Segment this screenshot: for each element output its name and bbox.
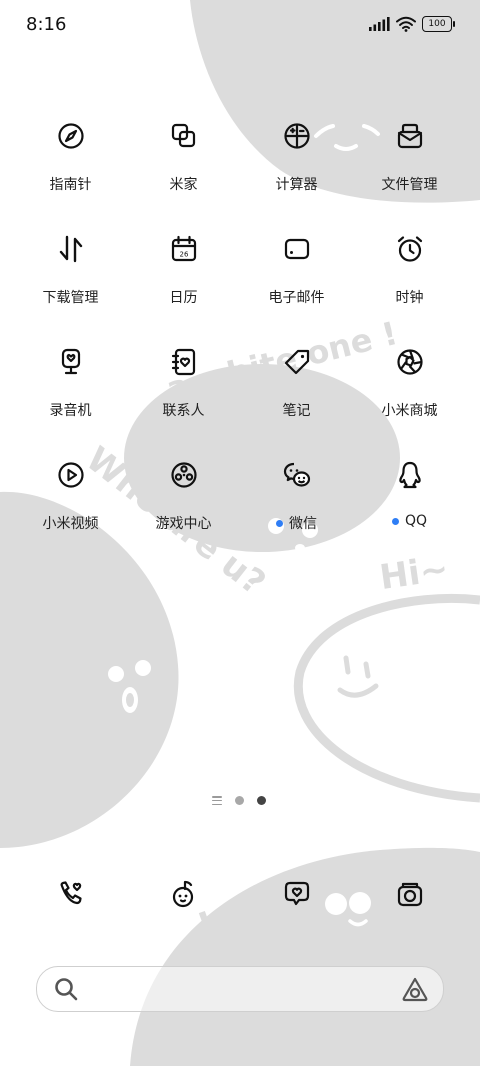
app-label: 联系人 [162, 403, 205, 419]
dock [14, 870, 466, 918]
battery-icon: 100 [422, 16, 455, 32]
app-label: 下载管理 [42, 290, 99, 306]
app-notes[interactable]: 笔记 [240, 336, 353, 449]
dock-music[interactable] [127, 870, 240, 918]
app-wechat[interactable]: 微信 [240, 449, 353, 562]
clock-icon [386, 225, 434, 273]
status-icons: 100 [368, 16, 455, 32]
app-label: 录音机 [49, 403, 92, 419]
video-icon [47, 451, 95, 499]
app-label: 游戏中心 [155, 516, 212, 532]
calendar-date-text: 26 [179, 251, 188, 259]
app-contacts[interactable]: 联系人 [127, 336, 240, 449]
app-label: 计算器 [275, 177, 318, 193]
notification-dot [276, 519, 283, 527]
wifi-icon [396, 16, 416, 32]
app-label: 指南针 [49, 177, 92, 193]
app-label: 小米商城 [381, 403, 438, 419]
signal-icon [369, 17, 390, 31]
messages-icon [273, 870, 321, 918]
app-qq[interactable]: QQ [353, 449, 466, 562]
app-mi-store[interactable]: 小米商城 [353, 336, 466, 449]
app-label: 时钟 [395, 290, 424, 306]
page-dot-active [257, 796, 266, 805]
app-label: 日历 [169, 290, 198, 306]
app-grid: 指南针 米家 计算器 文件管理 下载管理 26 日历 电子邮件 时钟 录音机 联… [14, 110, 466, 562]
app-mi-video[interactable]: 小米视频 [14, 449, 127, 562]
wechat-icon [273, 451, 321, 499]
phone-icon [47, 870, 95, 918]
notes-icon [273, 338, 321, 386]
contacts-icon [160, 338, 208, 386]
app-mijia[interactable]: 米家 [127, 110, 240, 223]
calendar-icon: 26 [160, 225, 208, 273]
app-download-manager[interactable]: 下载管理 [14, 223, 127, 336]
app-label: 小米视频 [42, 516, 99, 532]
file-manager-icon [386, 112, 434, 160]
app-label: QQ [391, 513, 427, 529]
app-label: 笔记 [282, 403, 311, 419]
app-compass[interactable]: 指南针 [14, 110, 127, 223]
app-recorder[interactable]: 录音机 [14, 336, 127, 449]
app-email[interactable]: 电子邮件 [240, 223, 353, 336]
app-calendar[interactable]: 26 日历 [127, 223, 240, 336]
search-icon [53, 976, 79, 1006]
app-label: 文件管理 [381, 177, 438, 193]
dock-messages[interactable] [240, 870, 353, 918]
app-calculator[interactable]: 计算器 [240, 110, 353, 223]
status-bar: 8:16 100 [0, 0, 480, 50]
notification-dot [391, 517, 399, 525]
app-game-center[interactable]: 游戏中心 [127, 449, 240, 562]
music-icon [160, 870, 208, 918]
dock-phone[interactable] [14, 870, 127, 918]
recorder-icon [47, 338, 95, 386]
app-label: 微信 [276, 513, 317, 533]
ai-assistant-icon[interactable] [401, 976, 429, 1006]
search-bar[interactable] [36, 966, 444, 1012]
pager-menu-icon [212, 796, 222, 805]
dock-camera[interactable] [353, 870, 466, 918]
mijia-icon [160, 112, 208, 160]
status-time: 8:16 [26, 14, 67, 35]
mi-store-icon [386, 338, 434, 386]
wallpaper-outline-face [293, 593, 480, 803]
qq-icon [386, 451, 434, 499]
camera-icon [386, 870, 434, 918]
app-clock[interactable]: 时钟 [353, 223, 466, 336]
app-label: 电子邮件 [268, 290, 325, 306]
calculator-icon [273, 112, 321, 160]
app-file-manager[interactable]: 文件管理 [353, 110, 466, 223]
game-center-icon [160, 451, 208, 499]
page-dot [235, 796, 244, 805]
email-icon [273, 225, 321, 273]
app-label: 米家 [169, 177, 198, 193]
compass-icon [47, 112, 95, 160]
page-indicator[interactable] [212, 796, 266, 805]
download-icon [47, 225, 95, 273]
